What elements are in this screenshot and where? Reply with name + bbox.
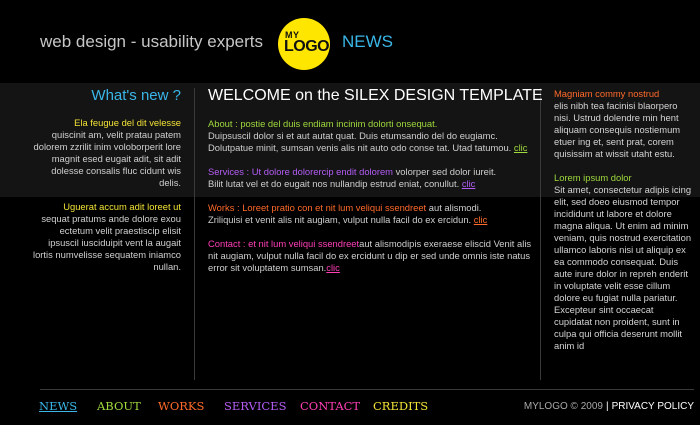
services-body-a: volorper sed dolor iureit. <box>392 166 497 177</box>
right-section-body: Sit amet, consectetur adipis icing elit,… <box>554 184 692 351</box>
services-body-b: Bilit lutat vel et do eugait nos nulland… <box>208 178 460 189</box>
footer-divider <box>40 389 694 390</box>
works-body-b: Zriliquisi et venit alis nit augiam, vul… <box>208 214 472 225</box>
contact-title: Contact : et nit lum veliqui ssendreet <box>208 238 360 249</box>
whats-new-title: What's new ? <box>91 87 181 104</box>
contact-section: Contact : et nit lum veliqui ssendreetau… <box>208 238 538 274</box>
whats-new-column: What's new ? Ela feugue del dit velesse … <box>31 87 181 285</box>
services-clic-link[interactable]: clic <box>462 178 476 189</box>
copyright-text: MYLOGO © 2009 <box>523 401 603 412</box>
works-clic-link[interactable]: clic <box>474 214 488 225</box>
news-item-title: Ela feugue del dit velesse <box>74 117 181 128</box>
news-item-title: Uguerat accum adit loreet ut <box>63 201 181 212</box>
header-news-link[interactable]: NEWS <box>342 32 393 52</box>
footer-separator: | <box>605 401 609 412</box>
right-divider <box>540 88 541 380</box>
right-column: Magniam commy nostrud elis nibh tea faci… <box>554 88 694 364</box>
nav-about[interactable]: ABOUT <box>97 399 141 413</box>
right-section: Lorem ipsum dolor Sit amet, consectetur … <box>554 172 694 352</box>
news-item: Uguerat accum adit loreet ut sequat prat… <box>31 201 181 273</box>
works-body-a: aut alismodi. <box>426 202 482 213</box>
services-title: Services : Ut dolore dolorercip endit do… <box>208 166 393 177</box>
logo[interactable]: MY LOGO <box>278 18 330 70</box>
logo-word-text: LOGO <box>284 38 330 55</box>
about-body: Duipsuscil dolor si et aut autat quat. D… <box>208 130 512 153</box>
main-column: WELCOME on the SILEX DESIGN TEMPLATE Abo… <box>208 86 543 286</box>
news-item-body: sequat pratums ande dolore exou ectetum … <box>33 213 181 272</box>
about-clic-link[interactable]: clic <box>514 142 528 153</box>
news-item: Ela feugue del dit velesse quiscinit am,… <box>31 117 181 189</box>
left-divider <box>194 88 195 380</box>
nav-works[interactable]: WORKS <box>158 399 204 413</box>
nav-news[interactable]: NEWS <box>39 399 77 413</box>
page: web design - usability experts MY LOGO N… <box>0 0 700 425</box>
right-section-body: elis nibh tea facinisi blaorpero nisi. U… <box>554 100 681 159</box>
works-title: Works : Loreet pratio con et nit lum vel… <box>208 202 427 213</box>
nav-contact[interactable]: CONTACT <box>300 399 360 413</box>
about-title: About : postie del duis endiam incinim d… <box>208 118 438 129</box>
works-section: Works : Loreet pratio con et nit lum vel… <box>208 202 538 226</box>
nav-services[interactable]: SERVICES <box>224 399 286 413</box>
footer-right: MYLOGO © 2009 | PRIVACY POLICY <box>524 401 694 412</box>
right-section-title: Magniam commy nostrud <box>554 88 660 99</box>
right-section: Magniam commy nostrud elis nibh tea faci… <box>554 88 694 160</box>
news-item-body: quiscinit am, velit pratau patem dolorem… <box>33 129 181 188</box>
privacy-policy-link[interactable]: PRIVACY POLICY <box>612 401 694 412</box>
site-tagline: web design - usability experts <box>40 32 264 51</box>
about-section: About : postie del duis endiam incinim d… <box>208 118 538 154</box>
welcome-heading: WELCOME on the SILEX DESIGN TEMPLATE <box>208 87 543 104</box>
nav-credits[interactable]: CREDITS <box>373 399 428 413</box>
right-section-title: Lorem ipsum dolor <box>554 172 632 183</box>
contact-clic-link[interactable]: clic <box>326 262 340 273</box>
services-section: Services : Ut dolore dolorercip endit do… <box>208 166 538 190</box>
